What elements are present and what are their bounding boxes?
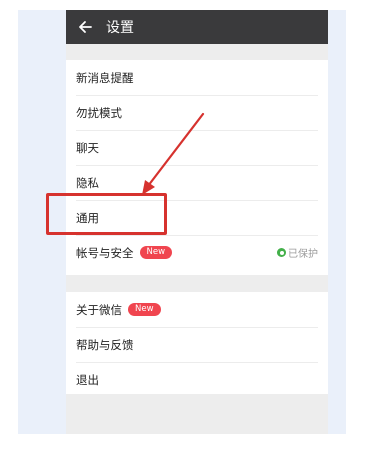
settings-item-label: 帮助与反馈 (76, 337, 134, 352)
page-title: 设置 (106, 20, 134, 36)
annotation-highlight-box (46, 193, 167, 235)
settings-item-account-security[interactable]: 帐号与安全 New 已保护 (66, 235, 328, 270)
protected-check-icon (277, 248, 286, 257)
settings-item-help-feedback[interactable]: 帮助与反馈 (66, 327, 328, 362)
settings-item-label: 勿扰模式 (76, 105, 122, 120)
settings-group-main: 新消息提醒 勿扰模式 聊天 隐私 通用 帐号与安全 New 已保护 (66, 60, 328, 275)
settings-item-about[interactable]: 关于微信 New (66, 292, 328, 327)
settings-item-logout[interactable]: 退出 (66, 362, 328, 397)
settings-item-label: 退出 (76, 372, 99, 387)
new-badge: New (139, 246, 173, 259)
title-bar: 设置 (66, 10, 328, 44)
settings-item-label: 聊天 (76, 140, 99, 155)
back-button[interactable] (68, 10, 102, 44)
settings-item-label: 帐号与安全 (76, 245, 134, 260)
status-text: 已保护 (288, 249, 318, 260)
settings-item-chat[interactable]: 聊天 (66, 130, 328, 165)
settings-item-label: 关于微信 (76, 302, 122, 317)
settings-item-label: 隐私 (76, 175, 99, 190)
settings-group-secondary: 关于微信 New 帮助与反馈 退出 (66, 292, 328, 394)
new-badge: New (128, 303, 161, 316)
settings-item-notifications[interactable]: 新消息提醒 (66, 60, 328, 95)
protection-status: 已保护 (277, 245, 318, 260)
settings-item-label: 新消息提醒 (76, 70, 134, 85)
settings-item-do-not-disturb[interactable]: 勿扰模式 (66, 95, 328, 130)
back-arrow-icon (79, 21, 92, 33)
